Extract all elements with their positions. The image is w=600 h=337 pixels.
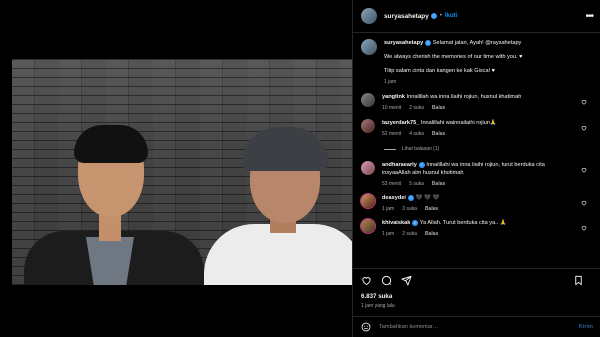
comment-icon[interactable] [381,275,392,286]
caption-line2: We always cherish the memories of our ti… [384,54,523,60]
caption-meta: 1 jam [384,79,574,85]
comment-likes[interactable]: 4 suka [409,131,424,137]
caption-line1: Selamat jalan, Ayah! @raysahetapy [432,40,522,46]
comment-item: deasydei ✓ 🖤 🖤 🖤 1 jam 3 suka Balas [361,194,593,212]
post-time: 1 jam yang lalu [361,303,395,309]
comment-item: yangtink Innalillah wa inna ilaihi rojiu… [361,93,593,111]
post-actions-bar [353,268,600,292]
comment-username[interactable]: yangtink [382,94,405,100]
follow-button[interactable]: Ikuti [445,13,457,19]
comment-time: 52 menit [382,131,402,137]
view-replies-button[interactable]: Lihat balasan (1) [384,146,593,152]
comment-likes[interactable]: 3 suka [402,206,417,212]
commenter-avatar[interactable] [361,219,375,233]
comment-body: khivaiskak ✓ Ya Allah. Turut berduka cita… [382,219,572,237]
comment-item: andharaearly ✓ Innalillahi wa inna ilaihi… [361,161,593,187]
heart-icon[interactable] [361,275,372,286]
comment-body: tazyerdark75_ Innalillahi wainnailaihi r… [382,119,572,137]
post-comment-button[interactable]: Kirim [579,324,593,330]
reply-line [384,148,396,150]
comments-list: suryasahetapy ✓ Selamat jalan, Ayah! @ray… [353,33,600,265]
bookmark-icon[interactable] [573,275,584,286]
comment-body: yangtink Innalillah wa inna ilaihi rojiu… [382,93,572,111]
verified-icon: ✓ [407,194,414,201]
more-icon[interactable]: ••• [585,11,593,22]
comment-item: khivaiskak ✓ Ya Allah. Turut berduka cita… [361,219,593,237]
comment-heart-icon[interactable] [581,225,587,231]
commenter-avatar[interactable] [361,194,375,208]
post-side-panel: suryasahetapy ✓ • Ikuti ••• suryasahetap… [352,0,600,337]
comment-likes[interactable]: 5 suka [409,181,424,187]
post-photo[interactable] [12,59,352,285]
caption-body: suryasahetapy ✓ Selamat jalan, Ayah! @ray… [384,39,574,85]
reply-button[interactable]: Balas [425,231,438,237]
comment-username[interactable]: khivaiskak [382,220,410,226]
comment-text: Innalillahi wainnailaihi rojiun🙏 [420,120,497,126]
reply-button[interactable]: Balas [432,131,445,137]
comment-text: 🖤 🖤 🖤 [415,195,440,201]
share-icon[interactable] [401,275,412,286]
comment-likes[interactable]: 2 suka [402,231,417,237]
comment-time: 1 jam [382,231,395,237]
post-header: suryasahetapy ✓ • Ikuti ••• [353,0,600,33]
verified-icon: ✓ [418,161,425,168]
verified-icon: ✓ [425,39,432,46]
verified-icon: ✓ [412,219,419,226]
commenter-avatar[interactable] [361,161,375,175]
reply-button[interactable]: Balas [425,206,438,212]
emoji-icon[interactable] [361,322,371,332]
commenter-avatar[interactable] [361,119,375,133]
author-username[interactable]: suryasahetapy [384,13,429,20]
person-left-shirt [86,237,134,285]
comment-body: deasydei ✓ 🖤 🖤 🖤 1 jam 3 suka Balas [382,194,572,212]
comment-input[interactable]: Tambahkan komentar… [379,324,438,330]
comment-time: 10 menit [382,105,402,111]
comment-time: 1 jam [382,206,395,212]
comment-time: 53 menit [382,181,402,187]
caption-username[interactable]: suryasahetapy [384,40,423,46]
commenter-avatar[interactable] [361,93,375,107]
add-comment-bar: Tambahkan komentar… Kirim [353,316,600,337]
comment-username[interactable]: andharaearly [382,162,417,168]
author-avatar[interactable] [361,8,377,24]
person-right-shirt [204,224,352,285]
view-replies-label: Lihat balasan (1) [402,146,440,152]
comment-text: Innalillah wa inna ilaihi rojiun, husnul… [406,94,522,100]
comment-body: andharaearly ✓ Innalillahi wa inna ilaihi… [382,161,572,187]
caption: suryasahetapy ✓ Selamat jalan, Ayah! @ray… [361,39,593,85]
caption-line3: Titip salam cinta dan kangen ke kak Gisc… [384,68,496,74]
comment-username[interactable]: tazyerdark75_ [382,120,419,126]
comment-heart-icon[interactable] [581,99,587,105]
comment-heart-icon[interactable] [581,125,587,131]
comment-likes[interactable]: 2 suka [409,105,424,111]
reply-button[interactable]: Balas [432,105,445,111]
post-media-area [0,0,352,337]
comment-text: Ya Allah. Turut berduka cita ya.. 🙏 [419,220,507,226]
person-left-hair [74,125,148,163]
comment-item: tazyerdark75_ Innalillahi wainnailaihi r… [361,119,593,137]
author-avatar-caption[interactable] [361,39,377,55]
comment-heart-icon[interactable] [581,200,587,206]
reply-button[interactable]: Balas [432,181,445,187]
verified-icon: ✓ [430,13,437,19]
comment-username[interactable]: deasydei [382,195,406,201]
comment-heart-icon[interactable] [581,167,587,173]
caption-time: 1 jam [384,79,397,85]
like-count[interactable]: 6.837 suka [361,293,392,300]
separator-dot: • [439,13,442,19]
